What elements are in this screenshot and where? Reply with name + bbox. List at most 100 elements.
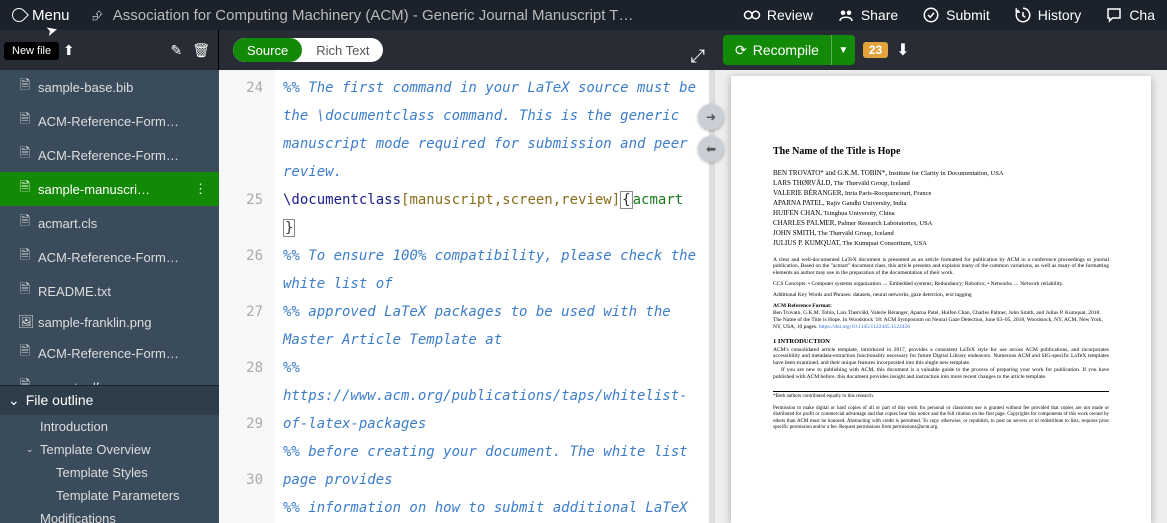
source-tab[interactable]: Source xyxy=(233,38,302,62)
file-icon: 🗎 xyxy=(18,280,32,302)
line-number: 26 xyxy=(219,242,263,298)
share-icon xyxy=(837,6,855,24)
share-button[interactable]: Share xyxy=(825,0,910,30)
code-line[interactable]: %% https://www.acm.org/publications/taps… xyxy=(283,354,701,438)
pdf-author: JOHN SMITH, The Thørväld Group, Iceland xyxy=(773,229,1109,238)
error-badge[interactable]: 23 xyxy=(863,42,888,58)
file-item[interactable]: 🗎 sample-manuscri… ⋮ xyxy=(0,172,219,206)
file-icon: 🗎 xyxy=(18,246,32,268)
code-line[interactable]: %% before creating your document. The wh… xyxy=(283,438,701,494)
pane-divider[interactable]: ➜ ⬅ xyxy=(709,70,715,523)
review-icon xyxy=(743,6,761,24)
outline-label: Template Overview xyxy=(40,442,151,457)
file-name: ACM-Reference-Form… xyxy=(38,148,179,163)
recompile-label: Recompile xyxy=(753,42,819,58)
recompile-dropdown[interactable]: ▼ xyxy=(831,35,855,65)
code-line[interactable]: %% To ensure 100% compatibility, please … xyxy=(283,242,701,298)
code-line[interactable]: %% information on how to submit addition… xyxy=(283,494,701,523)
file-item[interactable]: 🖼 sample-franklin.png xyxy=(0,308,219,336)
file-tree: 🗎sample-base.bib🗎ACM-Reference-Form…🗎ACM… xyxy=(0,70,219,385)
tooltip: New file xyxy=(4,42,59,60)
file-name: ACM-Reference-Form… xyxy=(38,250,179,265)
home-icon[interactable]: ⮵ xyxy=(92,7,103,24)
review-button[interactable]: Review xyxy=(731,0,825,30)
chat-label: Cha xyxy=(1129,7,1155,23)
code-line[interactable]: %% approved LaTeX packages to be used wi… xyxy=(283,298,701,354)
file-item[interactable]: 🗎acmart.cls xyxy=(0,206,219,240)
code-area[interactable]: %% The first command in your LaTeX sourc… xyxy=(275,70,709,523)
line-number: 30 xyxy=(219,466,263,522)
file-item[interactable]: 🗎 ACM-Reference-Form… xyxy=(0,138,219,172)
sync-left-icon[interactable]: ⬅ xyxy=(698,136,724,162)
outline-item[interactable]: Template Styles xyxy=(0,461,219,484)
file-item[interactable]: 🗎acmart.pdf xyxy=(0,370,219,385)
pdf-footnote: *Both authors contributed equally to thi… xyxy=(773,391,1109,400)
pdf-reference: ACM Reference Format: Ben Trovato, G.K.M… xyxy=(773,303,1109,331)
chat-button[interactable]: Cha xyxy=(1093,0,1167,30)
file-item[interactable]: 🗎sample-base.bib xyxy=(0,70,219,104)
pdf-ccs: CCS Concepts: • Computer systems organiz… xyxy=(773,281,1109,288)
pdf-author: HUIFEN CHAN, Tsinghua University, China xyxy=(773,209,1109,218)
outline-item[interactable]: ⌄ Template Overview xyxy=(0,438,219,461)
file-name: ACM-Reference-Form… xyxy=(38,114,179,129)
pdf-author: LARS THØRVÄLD, The Thørväld Group, Icela… xyxy=(773,179,1109,188)
outline-label: Template Styles xyxy=(56,465,148,480)
project-title[interactable]: Association for Computing Machinery (ACM… xyxy=(113,7,634,24)
pdf-keywords: Additional Key Words and Phrases: datase… xyxy=(773,292,1109,299)
pdf-preview[interactable]: The Name of the Title is Hope BEN TROVAT… xyxy=(715,70,1167,523)
code-line[interactable]: \documentclass[manuscript,screen,review]… xyxy=(283,186,701,242)
file-name: sample-manuscri… xyxy=(38,182,150,197)
file-menu-icon[interactable]: ⋮ xyxy=(190,181,211,197)
file-icon: 🗎 xyxy=(18,76,32,98)
outline-item[interactable]: Introduction xyxy=(0,415,219,438)
file-item[interactable]: 🗎 ACM-Reference-Form… xyxy=(0,336,219,370)
file-icon: 🗎 xyxy=(18,178,32,200)
outline-item[interactable]: Template Parameters xyxy=(0,484,219,507)
file-name: ACM-Reference-Form… xyxy=(38,346,179,361)
rich-text-tab[interactable]: Rich Text xyxy=(302,38,383,62)
pdf-author: BEN TROVATO* and G.K.M. TOBIN*, Institut… xyxy=(773,169,1109,178)
outline-header[interactable]: ⌄ File outline xyxy=(0,385,219,415)
outline-item[interactable]: Modifications xyxy=(0,507,219,523)
line-number: 28 xyxy=(219,354,263,410)
line-number: 27 xyxy=(219,298,263,354)
leaf-icon xyxy=(9,5,29,25)
history-button[interactable]: History xyxy=(1002,0,1094,30)
outline-label: Modifications xyxy=(40,511,116,523)
file-icon: 🖼 xyxy=(18,314,32,330)
menu-button[interactable]: Menu xyxy=(0,0,82,30)
recompile-icon: ⟳ xyxy=(735,42,747,59)
pdf-author: CHARLES PALMER, Palmer Research Laborato… xyxy=(773,219,1109,228)
pdf-author: JULIUS P. KUMQUAT, The Kumquat Consortiu… xyxy=(773,239,1109,248)
review-label: Review xyxy=(767,7,813,23)
delete-icon[interactable]: 🗑 xyxy=(192,42,210,59)
pdf-permission: Permission to make digital or hard copie… xyxy=(773,404,1109,431)
file-item[interactable]: 🗎 ACM-Reference-Form… xyxy=(0,104,219,138)
pdf-title: The Name of the Title is Hope xyxy=(773,146,1109,159)
expand-icon[interactable]: ⤢ xyxy=(691,46,705,67)
upload-icon[interactable]: ⬆ xyxy=(63,42,75,59)
file-icon: 🗎 xyxy=(18,342,32,364)
recompile-button[interactable]: ⟳ Recompile ▼ xyxy=(723,35,855,65)
rename-icon[interactable]: ✎ xyxy=(170,42,182,59)
submit-label: Submit xyxy=(946,7,990,23)
code-editor[interactable]: 24252627282930 %% The first command in y… xyxy=(219,70,709,523)
file-name: sample-franklin.png xyxy=(38,315,151,330)
submit-button[interactable]: Submit xyxy=(910,0,1002,30)
share-label: Share xyxy=(861,7,898,23)
pdf-abstract: A clear and well-documented LaTeX docume… xyxy=(773,257,1109,278)
pdf-author: VALERIE BÉRANGER, Inria Paris-Rocquencou… xyxy=(773,189,1109,198)
download-icon[interactable]: ⬇ xyxy=(896,40,909,60)
code-line[interactable]: %% The first command in your LaTeX sourc… xyxy=(283,74,701,186)
file-item[interactable]: 🗎 ACM-Reference-Form… xyxy=(0,240,219,274)
sync-right-icon[interactable]: ➜ xyxy=(698,104,724,130)
file-icon: 🗎 xyxy=(18,144,32,166)
chat-icon xyxy=(1105,6,1123,24)
file-icon: 🗎 xyxy=(18,212,32,234)
file-item[interactable]: 🗎README.txt xyxy=(0,274,219,308)
file-outline: Introduction ⌄ Template Overview Template S… xyxy=(0,415,219,523)
line-gutter: 24252627282930 xyxy=(219,70,275,523)
file-icon: 🗎 xyxy=(18,110,32,132)
chevron-icon: ⌄ xyxy=(26,444,36,455)
outline-label: Introduction xyxy=(40,419,108,434)
